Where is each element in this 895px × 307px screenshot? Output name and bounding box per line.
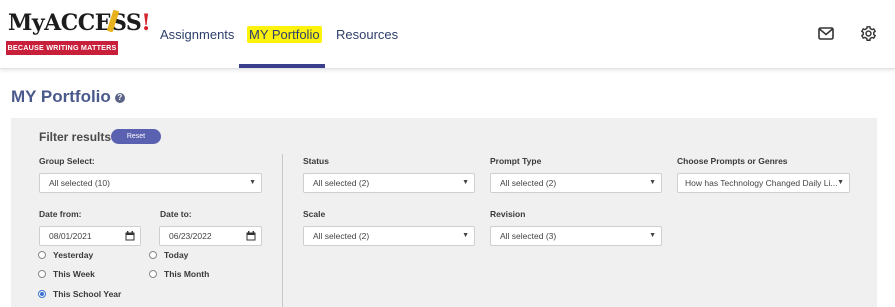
caret-down-icon: ▼ [249, 179, 256, 186]
radio-dot [149, 251, 157, 259]
radio-dot-selected [38, 290, 46, 298]
active-tab-indicator [239, 64, 325, 68]
caret-down-icon: ▼ [649, 179, 656, 186]
calendar-icon[interactable] [125, 231, 135, 241]
status-label: Status [303, 156, 329, 166]
group-select-label: Group Select: [39, 156, 95, 166]
top-navigation-bar: MyACCESS! BECAUSE WRITING MATTERS Assign… [0, 0, 895, 69]
date-to-input[interactable]: 06/23/2022 [159, 226, 262, 246]
scale-label: Scale [303, 209, 326, 219]
nav-assignments[interactable]: Assignments [160, 27, 234, 42]
prompt-type-label: Prompt Type [490, 156, 542, 166]
radio-today[interactable]: Today [149, 250, 188, 260]
radio-this-school-year[interactable]: This School Year [38, 289, 121, 299]
prompts-genres-dropdown[interactable]: How has Technology Changed Daily Li... ▼ [677, 173, 850, 193]
caret-down-icon: ▼ [837, 179, 844, 186]
radio-yesterday[interactable]: Yesterday [38, 250, 93, 260]
calendar-icon[interactable] [246, 231, 256, 241]
caret-down-icon: ▼ [462, 179, 469, 186]
status-dropdown[interactable]: All selected (2) ▼ [303, 173, 475, 193]
scale-dropdown[interactable]: All selected (2) ▼ [303, 226, 475, 246]
date-from-input[interactable]: 08/01/2021 [39, 226, 141, 246]
radio-dot [149, 270, 157, 278]
caret-down-icon: ▼ [649, 232, 656, 239]
help-icon[interactable]: ? [114, 92, 125, 103]
group-select-dropdown[interactable]: All selected (10) ▼ [39, 173, 262, 193]
prompts-genres-label: Choose Prompts or Genres [677, 156, 788, 166]
filter-results-heading: Filter results [39, 130, 112, 144]
filter-divider [282, 154, 283, 307]
myaccess-logo[interactable]: MyACCESS! BECAUSE WRITING MATTERS [6, 9, 151, 56]
mail-icon[interactable] [817, 24, 835, 42]
prompt-type-dropdown[interactable]: All selected (2) ▼ [490, 173, 662, 193]
page-title: MY Portfolio? [11, 87, 125, 107]
filter-panel [11, 118, 877, 307]
caret-down-icon: ▼ [462, 232, 469, 239]
date-to-label: Date to: [160, 209, 192, 219]
revision-dropdown[interactable]: All selected (3) ▼ [490, 226, 662, 246]
reset-button[interactable]: Reset [111, 129, 161, 144]
gear-icon[interactable] [859, 24, 877, 42]
radio-dot [38, 270, 46, 278]
nav-resources[interactable]: Resources [336, 27, 398, 42]
radio-dot [38, 251, 46, 259]
logo-tagline: BECAUSE WRITING MATTERS [6, 41, 118, 55]
logo-wordmark: MyACCESS! [8, 10, 151, 36]
revision-label: Revision [490, 209, 526, 219]
radio-this-month[interactable]: This Month [149, 269, 209, 279]
date-from-label: Date from: [39, 209, 82, 219]
nav-my-portfolio[interactable]: MY Portfolio [247, 26, 322, 43]
radio-this-week[interactable]: This Week [38, 269, 95, 279]
